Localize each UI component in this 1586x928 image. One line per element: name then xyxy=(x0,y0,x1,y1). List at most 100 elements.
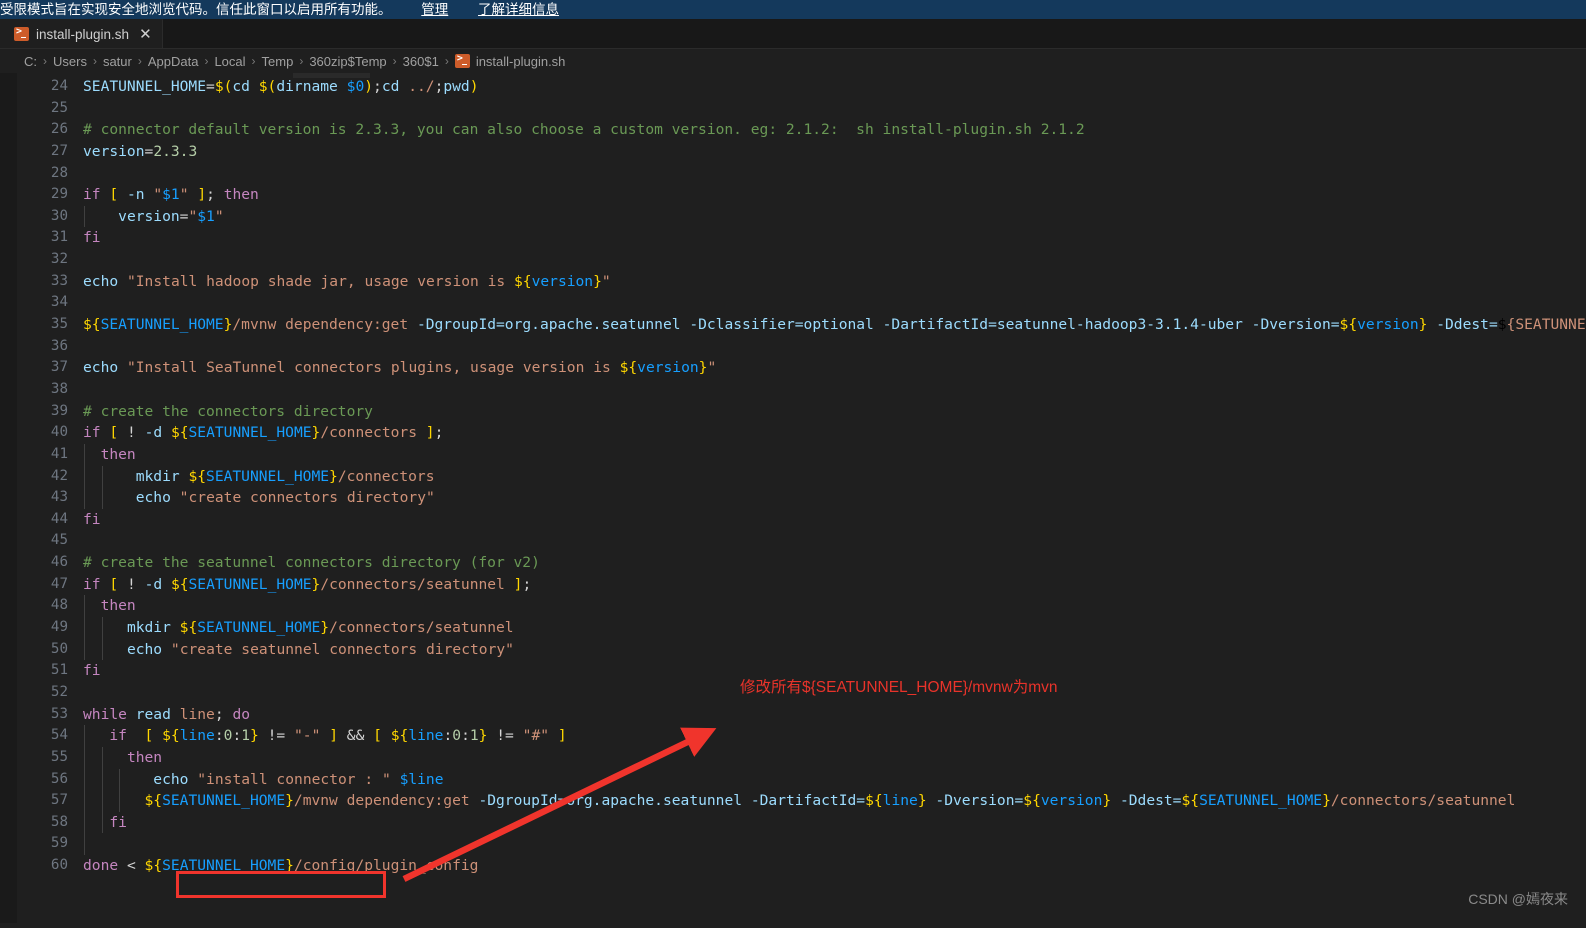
line-number: 38 xyxy=(50,380,68,397)
code-line-text: then xyxy=(100,445,136,463)
code-line-text: done < ${SEATUNNEL_HOME}/config/plugin_c… xyxy=(83,857,479,875)
code-line-text: then xyxy=(126,748,163,766)
code-line-text: then xyxy=(100,597,136,615)
code-editor[interactable]: 24 SEATUNNEL_HOME=$(cd $(dirname $0);cd .… xyxy=(0,73,1586,923)
code-line-text: fi xyxy=(83,229,101,247)
code-line[interactable]: 26 # connector default version is 2.3.3, … xyxy=(0,119,1586,141)
code-line[interactable]: 44 fi xyxy=(0,509,1586,531)
editor-content[interactable]: 24 SEATUNNEL_HOME=$(cd $(dirname $0);cd .… xyxy=(0,73,1586,877)
code-line[interactable]: 34 xyxy=(0,292,1586,314)
code-line[interactable]: 38 xyxy=(0,379,1586,401)
breadcrumb-item-3[interactable]: AppData xyxy=(148,54,199,69)
code-line[interactable]: 45 xyxy=(0,530,1586,552)
line-number: 51 xyxy=(50,662,68,679)
line-number: 24 xyxy=(50,78,68,94)
code-line[interactable]: 40 if [ ! -d ${SEATUNNEL_HOME}/connectors… xyxy=(0,422,1586,444)
code-line-text: mkdir ${SEATUNNEL_HOME}/connectors/seatu… xyxy=(126,619,514,637)
line-number: 31 xyxy=(50,229,68,246)
chevron-right-icon: › xyxy=(92,54,97,68)
code-line[interactable]: 48 then xyxy=(0,595,1586,618)
code-line-text: mkdir ${SEATUNNEL_HOME}/connectors xyxy=(135,467,435,485)
banner-learn-more-link[interactable]: 了解详细信息 xyxy=(478,2,559,17)
line-number: 41 xyxy=(50,445,68,462)
line-number: 44 xyxy=(50,510,68,527)
code-line-text: while read line; do xyxy=(83,705,251,723)
line-number: 53 xyxy=(50,705,68,722)
shell-script-icon xyxy=(14,26,29,41)
code-line[interactable]: 49 mkdir ${SEATUNNEL_HOME}/connectors/se… xyxy=(0,617,1586,639)
line-number: 28 xyxy=(50,164,68,181)
code-line[interactable]: 42 mkdir ${SEATUNNEL_HOME}/connectors xyxy=(0,465,1586,488)
chevron-right-icon: › xyxy=(299,54,304,68)
line-number: 25 xyxy=(50,99,68,116)
line-number: 57 xyxy=(50,792,68,809)
line-number: 54 xyxy=(50,727,68,744)
code-line[interactable]: 29 if [ -n "$1" ]; then xyxy=(0,184,1586,206)
line-number: 39 xyxy=(50,402,68,419)
line-number: 45 xyxy=(50,532,68,549)
breadcrumb-item-2[interactable]: satur xyxy=(103,54,132,69)
breadcrumb-item-5[interactable]: Temp xyxy=(262,54,294,69)
line-number: 36 xyxy=(50,337,68,354)
chevron-right-icon: › xyxy=(204,54,209,68)
line-number: 49 xyxy=(50,619,68,636)
code-line[interactable]: 57 ${SEATUNNEL_HOME}/mvnw dependency:get… xyxy=(0,790,1586,812)
code-line[interactable]: 59 xyxy=(0,833,1586,856)
code-line[interactable]: 46 # create the seatunnel connectors dire… xyxy=(0,552,1586,574)
code-line-text: echo "Install hadoop shade jar, usage ve… xyxy=(83,272,611,290)
code-line[interactable]: 43 echo "create connectors directory" xyxy=(0,487,1586,509)
line-number: 43 xyxy=(50,489,68,506)
code-line[interactable]: 58 fi xyxy=(0,811,1586,834)
line-number: 56 xyxy=(50,770,68,787)
code-line-text: # create the connectors directory xyxy=(83,402,373,420)
shell-script-icon xyxy=(454,53,470,68)
code-line[interactable]: 31 fi xyxy=(0,227,1586,249)
code-line[interactable]: 36 xyxy=(0,336,1586,358)
breadcrumb-file-label: install-plugin.sh xyxy=(475,53,566,69)
code-line[interactable]: 24 SEATUNNEL_HOME=$(cd $(dirname $0);cd .… xyxy=(0,76,1586,98)
chevron-right-icon: › xyxy=(251,54,256,68)
line-number: 34 xyxy=(50,294,68,311)
code-line[interactable]: 60 done < ${SEATUNNEL_HOME}/config/plugin… xyxy=(0,855,1586,877)
code-line[interactable]: 55 then xyxy=(0,746,1586,769)
breadcrumb-item-4[interactable]: Local xyxy=(214,54,245,69)
code-line[interactable]: 27 version=2.3.3 xyxy=(0,141,1586,163)
code-line-text: fi xyxy=(83,510,101,528)
code-line[interactable]: 25 xyxy=(0,98,1586,120)
code-line[interactable]: 32 xyxy=(0,249,1586,271)
breadcrumb-item-1[interactable]: Users xyxy=(53,54,87,69)
code-line[interactable]: 35 ${SEATUNNEL_HOME}/mvnw dependency:get … xyxy=(0,314,1586,336)
banner-manage-link[interactable]: 管理 xyxy=(421,2,448,17)
line-number: 35 xyxy=(50,316,68,333)
chevron-right-icon: › xyxy=(43,54,47,68)
line-number: 37 xyxy=(50,359,68,376)
tab-label: install-plugin.sh xyxy=(36,26,130,42)
code-line[interactable]: 53 while read line; do xyxy=(0,704,1586,726)
line-number: 30 xyxy=(50,207,68,224)
code-line-text: ${SEATUNNEL_HOME}/mvnw dependency:get -D… xyxy=(83,316,1586,334)
code-line[interactable]: 47 if [ ! -d ${SEATUNNEL_HOME}/connectors… xyxy=(0,574,1586,596)
code-line-text: echo "create connectors directory" xyxy=(135,489,435,507)
code-line-text: SEATUNNEL_HOME=$(cd $(dirname $0);cd ../… xyxy=(83,78,479,95)
code-line[interactable]: 30 version="$1" xyxy=(0,205,1586,228)
tab-install-plugin-sh[interactable]: install-plugin.sh ✕ xyxy=(0,19,163,48)
code-line[interactable]: 28 xyxy=(0,163,1586,185)
code-line[interactable]: 41 then xyxy=(0,443,1586,466)
breadcrumb-file[interactable]: install-plugin.sh xyxy=(454,53,566,69)
breadcrumb-item-0[interactable]: C: xyxy=(24,54,37,69)
code-line[interactable]: 33 echo "Install hadoop shade jar, usage … xyxy=(0,271,1586,293)
indent-guide xyxy=(84,833,85,856)
line-number: 42 xyxy=(50,467,68,484)
line-number: 33 xyxy=(50,272,68,289)
close-icon[interactable]: ✕ xyxy=(139,27,152,42)
breadcrumb-item-6[interactable]: 360zip$Temp xyxy=(309,54,386,69)
code-line[interactable]: 51 fi xyxy=(0,660,1586,682)
code-line[interactable]: 37 echo "Install SeaTunnel connectors plu… xyxy=(0,357,1586,379)
code-line[interactable]: 39 # create the connectors directory xyxy=(0,401,1586,423)
line-number: 52 xyxy=(50,683,68,700)
code-line[interactable]: 52 xyxy=(0,682,1586,704)
code-line[interactable]: 50 echo "create seatunnel connectors dir… xyxy=(0,638,1586,661)
code-line[interactable]: 56 echo "install connector : " $line xyxy=(0,768,1586,791)
breadcrumb-item-7[interactable]: 360$1 xyxy=(403,54,439,69)
code-line[interactable]: 54 if [ ${line:0:1} != "-" ] && [ ${line… xyxy=(0,725,1586,747)
